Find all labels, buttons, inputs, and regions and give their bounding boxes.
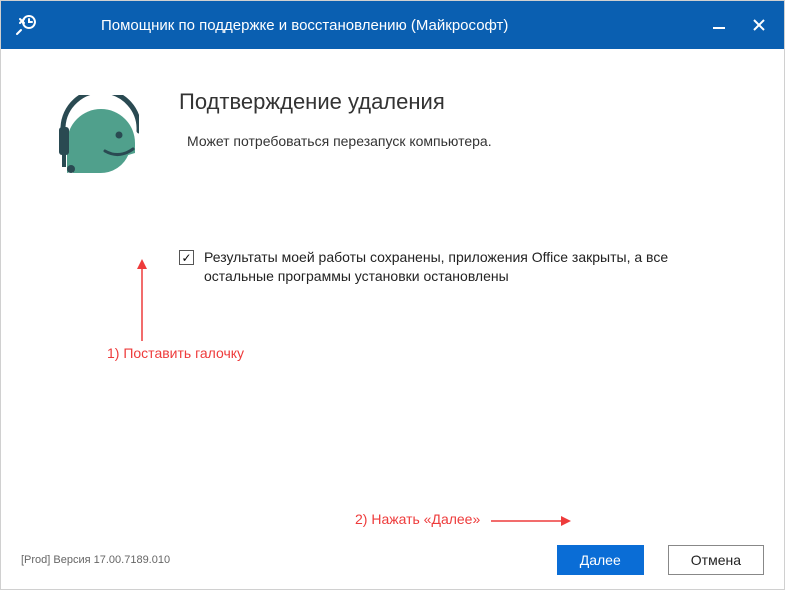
close-button[interactable] bbox=[748, 14, 770, 36]
footer: [Prod] Версия 17.00.7189.010 Далее Отмен… bbox=[1, 531, 784, 589]
hero-icon bbox=[49, 89, 139, 190]
window: Помощник по поддержке и восстановлению (… bbox=[0, 0, 785, 590]
version-label: [Prod] Версия 17.00.7189.010 bbox=[21, 554, 170, 566]
confirmation-checkbox-label: Результаты моей работы сохранены, прилож… bbox=[204, 248, 724, 286]
annotation-step2: 2) Нажать «Далее» bbox=[355, 511, 480, 527]
confirmation-checkbox-row: ✓ Результаты моей работы сохранены, прил… bbox=[179, 248, 724, 286]
annotation-step1: 1) Поставить галочку bbox=[107, 345, 244, 361]
annotation-arrow-2 bbox=[491, 514, 571, 528]
checkmark-icon: ✓ bbox=[181, 252, 191, 264]
window-controls bbox=[708, 14, 784, 36]
page-subtitle: Может потребоваться перезапуск компьютер… bbox=[187, 133, 724, 149]
window-title: Помощник по поддержке и восстановлению (… bbox=[101, 17, 508, 34]
cancel-button[interactable]: Отмена bbox=[668, 545, 764, 575]
content-area: Подтверждение удаления Может потребовать… bbox=[1, 49, 784, 531]
annotation-arrow-1 bbox=[133, 259, 151, 343]
minimize-button[interactable] bbox=[708, 14, 730, 36]
titlebar: Помощник по поддержке и восстановлению (… bbox=[1, 1, 784, 49]
next-button[interactable]: Далее bbox=[557, 545, 644, 575]
confirmation-checkbox[interactable]: ✓ bbox=[179, 250, 194, 265]
page-title: Подтверждение удаления bbox=[179, 89, 724, 115]
app-icon bbox=[15, 12, 41, 38]
